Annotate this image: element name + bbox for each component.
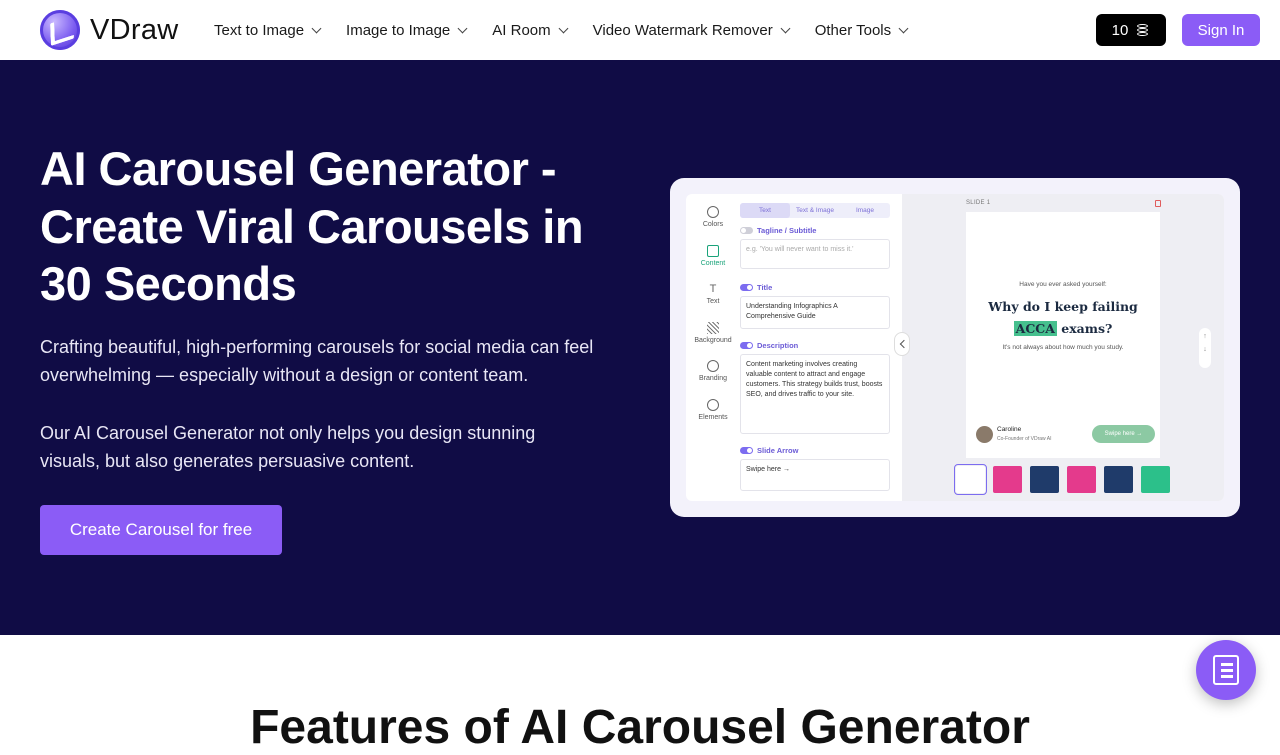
content-tabs: Text Text & Image Image (740, 203, 890, 218)
sidebar-item-label: Background (694, 337, 732, 344)
swipe-here-button: Swipe here → (1092, 425, 1155, 443)
slide-arrow-input[interactable]: Swipe here → (740, 459, 890, 491)
slide-thumbnail[interactable] (1030, 466, 1059, 493)
menu-label: AI Room (492, 21, 551, 39)
slide-thumbnail[interactable] (1067, 466, 1096, 493)
editor-preview-inner: Colors Content T Text Background Branding… (686, 194, 1224, 501)
slide-thumbnail[interactable] (1104, 466, 1133, 493)
slide-reorder-arrows[interactable]: ↑ ↓ (1199, 328, 1211, 368)
document-icon (1213, 655, 1239, 685)
menu-ai-room[interactable]: AI Room (492, 21, 569, 39)
tab-image[interactable]: Image (840, 203, 890, 218)
slide-canvas: SLIDE 1 Have you ever asked yourself: Wh… (902, 194, 1224, 501)
content-icon (707, 245, 719, 257)
slide-arrow-toggle[interactable] (740, 447, 753, 454)
tab-text[interactable]: Text (740, 203, 790, 218)
chevron-down-icon (898, 23, 909, 33)
menu-image-to-image[interactable]: Image to Image (346, 21, 468, 39)
sidebar-item-label: Branding (698, 375, 728, 382)
main-menu: Text to Image Image to Image AI Room Vid… (214, 0, 933, 60)
slide-title-line-2: exams? (1061, 321, 1113, 336)
sidebar-item-label: Colors (702, 221, 724, 228)
tagline-input[interactable]: e.g. 'You will never want to miss it.' (740, 239, 890, 269)
sign-in-button[interactable]: Sign In (1182, 14, 1260, 46)
hero-paragraph-2: Our AI Carousel Generator not only helps… (40, 423, 536, 471)
logo-icon (40, 10, 80, 50)
floating-docs-button[interactable] (1196, 640, 1256, 700)
text-icon: T (709, 283, 717, 295)
shapes-icon (707, 399, 719, 411)
description-toggle[interactable] (740, 342, 753, 349)
slide-pretitle: Have you ever asked yourself: (1019, 281, 1107, 288)
slide-preview[interactable]: Have you ever asked yourself: Why do I k… (966, 212, 1160, 458)
sidebar-item-text[interactable]: T Text (686, 283, 740, 305)
slide-title-highlight: ACCA (1013, 321, 1057, 336)
slide-title: Why do I keep failing ACCA exams? (966, 296, 1160, 340)
coins-icon (1137, 23, 1150, 37)
slide-arrow-label: Slide Arrow (757, 446, 799, 455)
title-toggle-row: Title (740, 283, 772, 292)
menu-label: Text to Image (214, 21, 305, 39)
user-circle-icon (707, 360, 719, 372)
content-form: Text Text & Image Image Tagline / Subtit… (740, 194, 902, 501)
tab-text-and-image[interactable]: Text & Image (790, 203, 840, 218)
menu-label: Image to Image (346, 21, 451, 39)
features-title: Features of AI Carousel Generator (250, 701, 1030, 754)
sidebar-item-label: Text (706, 298, 720, 305)
collapse-panel-button[interactable] (894, 332, 910, 356)
slide-thumbnail[interactable] (1141, 466, 1170, 493)
sidebar-item-label: Elements (698, 414, 728, 421)
slide-title-line-1: Why do I keep failing (988, 299, 1138, 314)
logo[interactable]: VDraw (40, 10, 179, 50)
author-role: Co-Founder of VDraw AI (997, 436, 1052, 442)
title-label: Title (757, 283, 773, 292)
slide-subtitle: It's not always about how much you study… (1002, 344, 1124, 351)
sidebar-item-branding[interactable]: Branding (686, 360, 740, 382)
credits-button[interactable]: 10 (1096, 14, 1166, 46)
chevron-down-icon (780, 23, 791, 33)
hero-paragraph-1: Crafting beautiful, high-performing caro… (40, 337, 594, 385)
sidebar-item-colors[interactable]: Colors (686, 206, 740, 228)
slide-label: SLIDE 1 (966, 200, 991, 206)
chevron-down-icon (457, 23, 468, 33)
chevron-down-icon (311, 23, 322, 33)
menu-video-watermark-remover[interactable]: Video Watermark Remover (592, 21, 791, 39)
hero-title: AI Carousel Generator - Create Viral Car… (40, 142, 584, 310)
tagline-toggle-row: Tagline / Subtitle (740, 226, 816, 235)
menu-other-tools[interactable]: Other Tools (814, 21, 909, 39)
slide-thumbnail[interactable] (954, 464, 987, 495)
slide-thumbnails (954, 464, 1178, 495)
arrow-up-icon[interactable]: ↑ (1203, 333, 1207, 340)
description-label: Description (757, 341, 799, 350)
description-toggle-row: Description (740, 341, 798, 350)
background-icon (707, 322, 719, 334)
sidebar-item-elements[interactable]: Elements (686, 399, 740, 421)
brand-name: VDraw (90, 13, 179, 46)
slide-thumbnail[interactable] (993, 466, 1022, 493)
palette-icon (707, 206, 719, 218)
top-nav: VDraw Text to Image Image to Image AI Ro… (0, 0, 1280, 60)
create-carousel-button[interactable]: Create Carousel for free (40, 505, 282, 555)
trash-icon[interactable] (1155, 200, 1161, 207)
description-input[interactable]: Content marketing involves creating valu… (740, 354, 890, 434)
slide-arrow-toggle-row: Slide Arrow (740, 446, 798, 455)
sidebar-item-background[interactable]: Background (686, 322, 740, 344)
menu-label: Other Tools (814, 21, 892, 39)
title-toggle[interactable] (740, 284, 753, 291)
editor-preview: Colors Content T Text Background Branding… (670, 178, 1240, 517)
chevron-down-icon (558, 23, 569, 33)
credits-count: 10 (1111, 21, 1129, 39)
title-input[interactable]: Understanding Infographics A Comprehensi… (740, 296, 890, 329)
tagline-toggle[interactable] (740, 227, 753, 234)
avatar (976, 426, 993, 443)
tagline-label: Tagline / Subtitle (757, 226, 817, 235)
arrow-down-icon[interactable]: ↓ (1203, 346, 1207, 353)
author-name: Caroline (997, 426, 1022, 433)
menu-label: Video Watermark Remover (592, 21, 773, 39)
hero-section: AI Carousel Generator - Create Viral Car… (0, 60, 1280, 635)
sidebar-item-label: Content (700, 260, 726, 267)
menu-text-to-image[interactable]: Text to Image (214, 21, 322, 39)
sidebar-item-content[interactable]: Content (686, 245, 740, 267)
editor-sidebar: Colors Content T Text Background Branding… (686, 194, 740, 501)
